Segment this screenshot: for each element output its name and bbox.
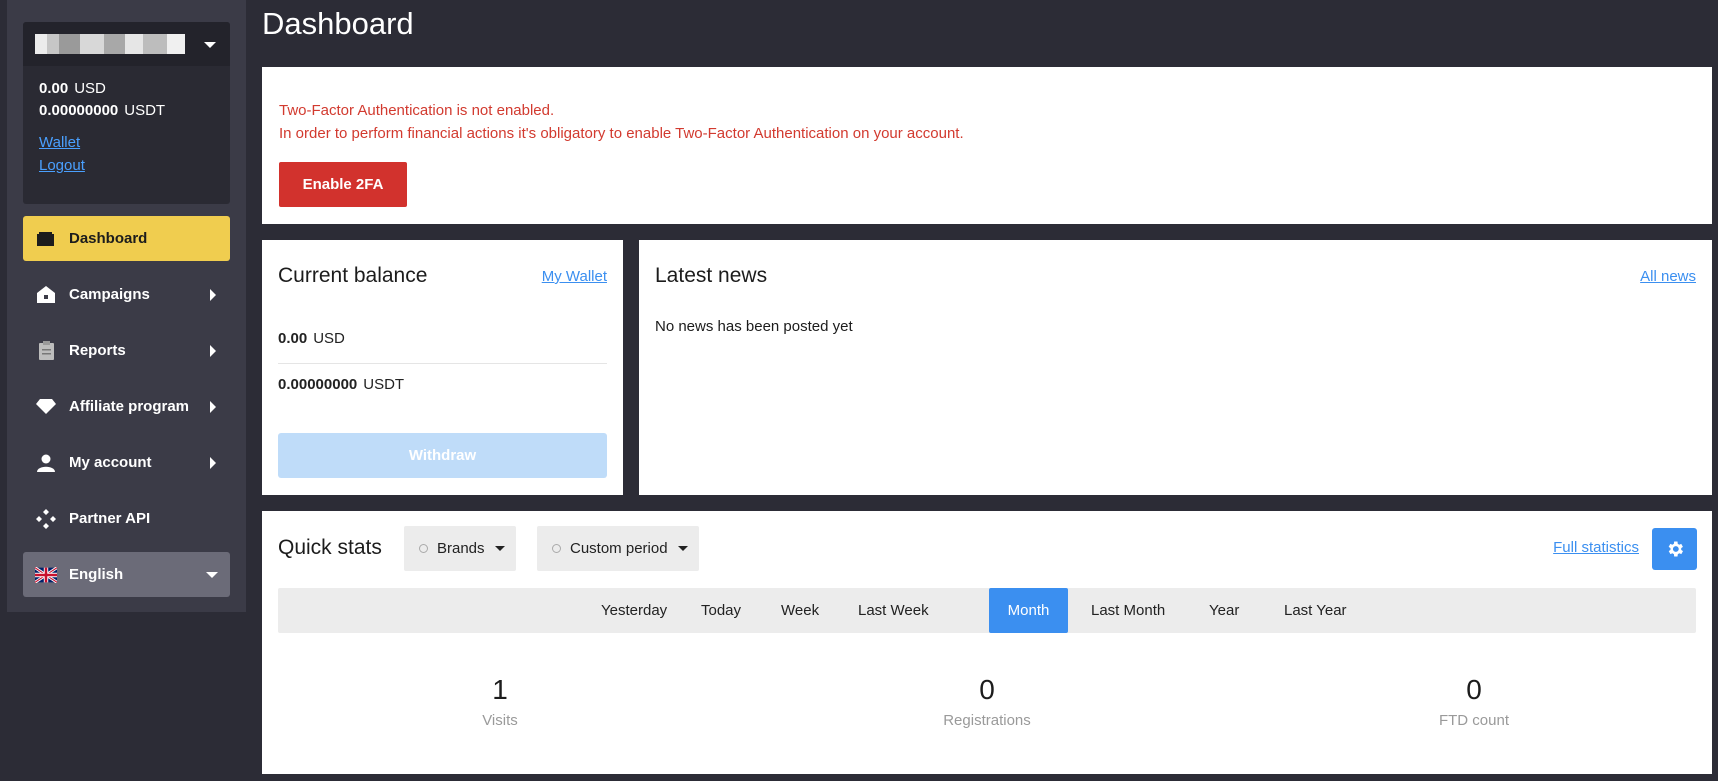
period-tab-week[interactable]: Week (771, 588, 829, 633)
radio-icon (552, 544, 561, 553)
period-tab-last-year[interactable]: Last Year (1274, 588, 1357, 633)
sidebar-item-campaigns[interactable]: Campaigns (23, 272, 230, 317)
balance-amount: 0.00000000 (278, 376, 358, 393)
radio-icon (419, 544, 428, 553)
sidebar-item-reports[interactable]: Reports (23, 328, 230, 373)
two-factor-alert: Two-Factor Authentication is not enabled… (262, 67, 1712, 224)
latest-news-card: Latest news All news No news has been po… (639, 240, 1712, 495)
diamond-icon (35, 396, 57, 418)
stat-ftd-count: 0 FTD count (1374, 674, 1574, 729)
current-balance-card: Current balance My Wallet 0.00 USD 0.0000… (262, 240, 623, 495)
balance-currency: USD (74, 80, 106, 97)
withdraw-button[interactable]: Withdraw (278, 433, 607, 478)
brands-dropdown[interactable]: Brands (404, 526, 516, 571)
period-tab-last-week[interactable]: Last Week (848, 588, 939, 633)
sidebar-item-dashboard[interactable]: Dashboard (23, 216, 230, 261)
period-tabs: Yesterday Today Week Last Week Month Las… (278, 588, 1696, 633)
language-label: English (69, 566, 124, 583)
period-tab-year[interactable]: Year (1199, 588, 1249, 633)
page-title: Dashboard (262, 6, 414, 41)
period-tab-month[interactable]: Month (989, 588, 1068, 633)
period-dropdown[interactable]: Custom period (537, 526, 699, 571)
sidebar-item-label: Campaigns (69, 286, 150, 303)
sidebar: 0.00 USD 0.00000000 USDT Wallet Logout Das… (7, 0, 246, 612)
settings-button[interactable] (1652, 528, 1697, 570)
stat-label: Registrations (943, 712, 1031, 729)
sidebar-item-affiliate-program[interactable]: Affiliate program (23, 384, 230, 429)
news-empty-message: No news has been posted yet (655, 318, 853, 335)
logout-link[interactable]: Logout (39, 157, 85, 174)
divider (278, 363, 607, 364)
dropdown-label: Brands (437, 540, 485, 557)
chevron-right-icon (210, 456, 216, 469)
account-box: 0.00 USD 0.00000000 USDT Wallet Logout (23, 22, 230, 204)
balance-currency: USD (313, 330, 345, 347)
stat-value: 0 (1466, 674, 1482, 705)
language-selector[interactable]: English (23, 552, 230, 597)
balance-row-usd: 0.00 USD (278, 330, 345, 347)
caret-down-icon (677, 546, 688, 551)
user-icon (35, 452, 57, 474)
quick-stats-card: Quick stats Brands Custom period Full st… (262, 511, 1712, 774)
card-title: Quick stats (278, 536, 382, 559)
chevron-right-icon (210, 400, 216, 413)
my-wallet-link[interactable]: My Wallet (542, 268, 607, 285)
uk-flag-icon (35, 564, 57, 586)
wallet-icon (35, 228, 57, 250)
wallet-link[interactable]: Wallet (39, 134, 80, 151)
stat-registrations: 0 Registrations (887, 674, 1087, 729)
balance-amount: 0.00 (39, 80, 69, 97)
sidebar-item-partner-api[interactable]: Partner API (23, 496, 230, 541)
chevron-down-icon[interactable] (204, 42, 216, 48)
stat-visits: 1 Visits (400, 674, 600, 729)
chevron-right-icon (210, 288, 216, 301)
clipboard-icon (35, 340, 57, 362)
card-title: Latest news (655, 264, 768, 287)
sidebar-item-label: Affiliate program (69, 398, 190, 415)
card-title: Current balance (278, 264, 428, 287)
period-tab-today[interactable]: Today (691, 588, 751, 633)
gear-icon (1668, 541, 1683, 557)
balance-amount: 0.00 (278, 330, 308, 347)
dropdown-label: Custom period (570, 540, 668, 557)
stat-label: Visits (482, 712, 518, 729)
balance-amount: 0.00000000 (39, 102, 119, 119)
balance-currency: USDT (363, 376, 405, 393)
chevron-right-icon (210, 344, 216, 357)
stat-value: 1 (492, 674, 508, 705)
alert-message-detail: In order to perform financial actions it… (279, 125, 964, 142)
sidebar-item-label: Dashboard (69, 230, 148, 247)
account-name-redacted (35, 34, 185, 54)
caret-down-icon (494, 546, 505, 551)
enable-2fa-button[interactable]: Enable 2FA (279, 162, 407, 207)
account-balance-usd: 0.00 USD (39, 80, 106, 97)
sidebar-item-label: Partner API (69, 510, 151, 527)
period-tab-last-month[interactable]: Last Month (1081, 588, 1175, 633)
sidebar-item-label: My account (69, 454, 152, 471)
all-news-link[interactable]: All news (1640, 268, 1696, 285)
sidebar-item-label: Reports (69, 342, 126, 359)
chevron-down-icon (206, 571, 218, 578)
account-selector[interactable] (23, 22, 230, 66)
api-icon (35, 508, 57, 530)
stat-value: 0 (979, 674, 995, 705)
balance-row-usdt: 0.00000000 USDT (278, 376, 404, 393)
stat-label: FTD count (1438, 712, 1510, 729)
alert-message: Two-Factor Authentication is not enabled… (279, 102, 555, 119)
balance-currency: USDT (124, 102, 166, 119)
period-tab-yesterday[interactable]: Yesterday (591, 588, 677, 633)
account-balance-usdt: 0.00000000 USDT (39, 102, 165, 119)
full-statistics-link[interactable]: Full statistics (1553, 539, 1639, 556)
home-icon (35, 284, 57, 306)
sidebar-item-my-account[interactable]: My account (23, 440, 230, 485)
